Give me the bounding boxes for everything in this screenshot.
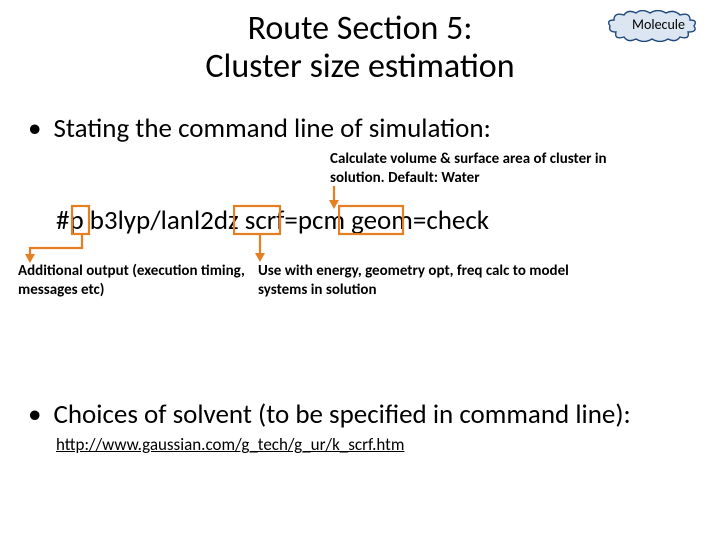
- bullet-dot-icon: •: [28, 112, 41, 145]
- solvent-link[interactable]: http://www.gaussian.com/g_tech/g_ur/k_sc…: [56, 434, 404, 455]
- title-line-1: Route Section 5:: [248, 8, 473, 49]
- title-line-2: Cluster size estimation: [205, 46, 514, 87]
- bullet-stating-command: • Stating the command line of simulation:: [28, 112, 491, 145]
- cloud-label: Molecule: [632, 16, 685, 33]
- command-line: #p b3lyp/lanl2dz scrf=pcm geom=check: [56, 204, 489, 237]
- annotation-volume-surface: Calculate volume & surface area of clust…: [330, 150, 660, 188]
- arrow-scrf-to-solution: [250, 234, 280, 264]
- bullet-dot-icon: •: [28, 398, 41, 431]
- bullet1-text: Stating the command line of simulation:: [53, 112, 490, 145]
- bullet2-text: Choices of solvent (to be specified in c…: [53, 398, 630, 431]
- annotation-additional-output: Additional output (execution timing, mes…: [18, 262, 248, 300]
- bullet-choices-solvent: • Choices of solvent (to be specified in …: [28, 398, 631, 431]
- arrow-p-to-output: [20, 234, 100, 264]
- slide: Route Section 5: Cluster size estimation…: [0, 0, 720, 540]
- annotation-use-with-energy: Use with energy, geometry opt, freq calc…: [258, 262, 578, 300]
